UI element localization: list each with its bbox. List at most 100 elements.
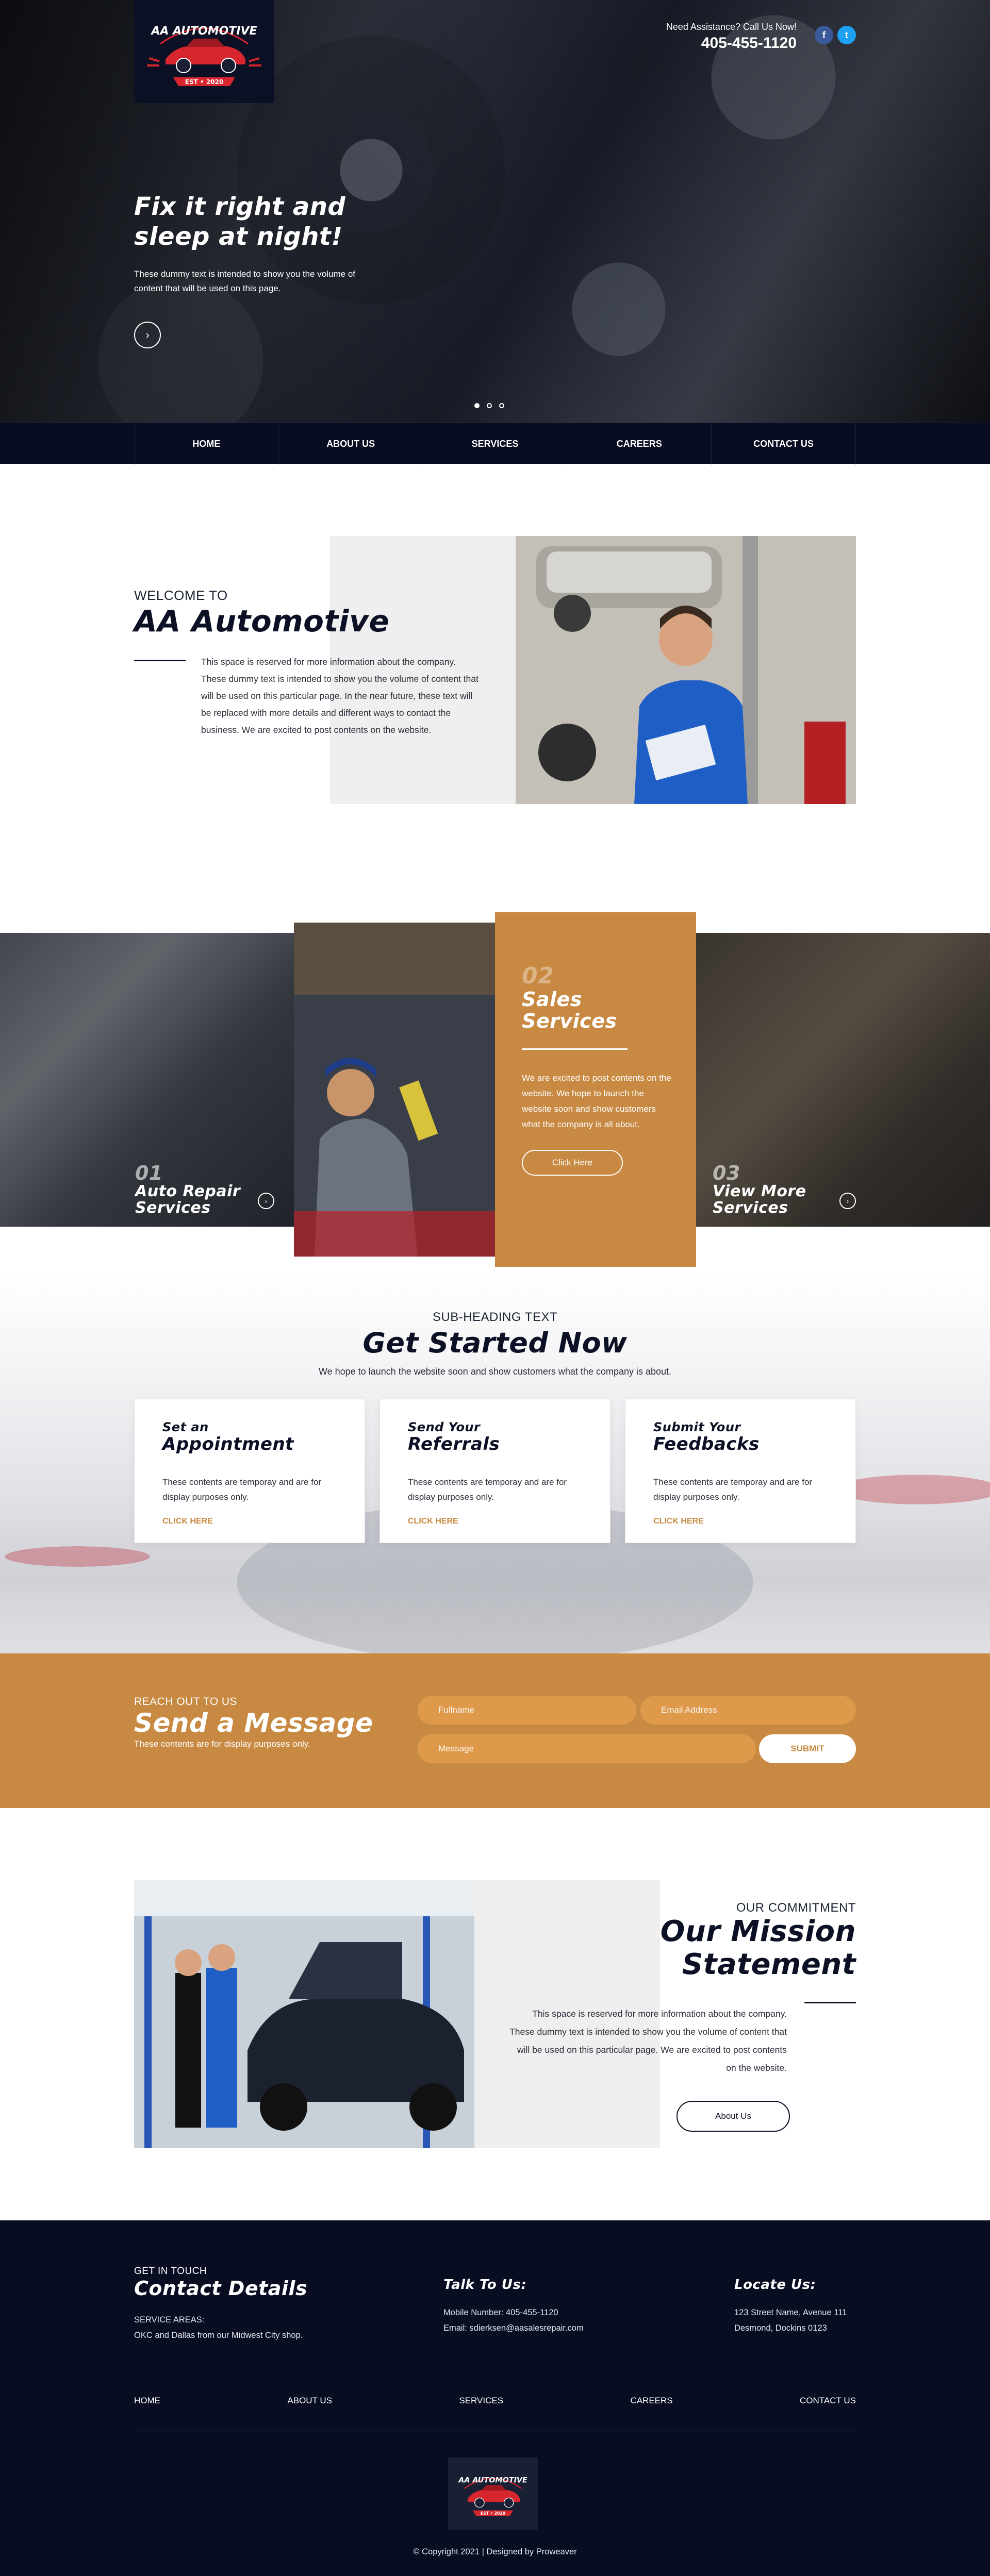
service-arrow-icon[interactable]: › xyxy=(839,1193,856,1209)
service-title-line1: View More xyxy=(713,1182,806,1200)
service-title: Sales Services xyxy=(522,989,669,1032)
footer-nav-services[interactable]: SERVICES xyxy=(459,2396,503,2406)
hero-next-arrow-icon[interactable]: › xyxy=(134,322,161,348)
mechanic-illustration xyxy=(516,536,856,804)
footer-nav: HOME ABOUT US SERVICES CAREERS CONTACT U… xyxy=(134,2396,856,2406)
service-title-line1: Auto Repair xyxy=(135,1182,241,1200)
social-links: f t xyxy=(815,26,856,44)
message-input[interactable]: Message xyxy=(418,1734,756,1763)
welcome-pre: WELCOME TO xyxy=(134,588,228,603)
message-section: REACH OUT TO US Send a Message These con… xyxy=(0,1653,990,1808)
header-phone[interactable]: 405-455-1120 xyxy=(666,35,797,52)
service-areas-text: OKC and Dallas from our Midwest City sho… xyxy=(134,2331,303,2340)
email-input[interactable]: Email Address xyxy=(640,1696,856,1725)
mission-heading: OUR COMMITMENT Our Mission Statement xyxy=(661,1901,856,1981)
footer-nav-careers[interactable]: CAREERS xyxy=(630,2396,672,2406)
nav-home[interactable]: HOME xyxy=(134,423,279,464)
about-us-button[interactable]: About Us xyxy=(676,2101,790,2132)
footer-email[interactable]: Email: sdierksen@aasalesrepair.com xyxy=(443,2323,584,2333)
footer-service-areas: SERVICE AREAS: OKC and Dallas from our M… xyxy=(134,2312,307,2343)
hero-body: These dummy text is intended to show you… xyxy=(134,269,356,293)
garage-car-illustration xyxy=(134,1880,474,2148)
footer-contact-details: GET IN TOUCH Contact Details SERVICE ARE… xyxy=(134,2266,307,2343)
mechanic-photo xyxy=(516,536,856,804)
started-title: Get Started Now xyxy=(362,1327,628,1359)
slider-dot[interactable] xyxy=(487,403,492,408)
address-line2: Desmond, Dockins 0123 xyxy=(734,2323,827,2333)
slider-dot[interactable] xyxy=(474,403,480,408)
card-body: These contents are temporay and are for … xyxy=(653,1477,813,1502)
card-referrals: Send Your Referrals These contents are t… xyxy=(380,1399,610,1543)
service-title-line2: Services xyxy=(522,1010,617,1032)
card-pre: Submit Your xyxy=(653,1420,741,1434)
card-title: Referrals xyxy=(408,1434,500,1454)
welcome-section: WELCOME TO AA Automotive This space is r… xyxy=(0,464,990,902)
nav-contact-us[interactable]: CONTACT US xyxy=(712,423,856,464)
service-number: 01 xyxy=(135,1162,163,1184)
card-body: These contents are temporay and are for … xyxy=(408,1477,567,1502)
slider-dot[interactable] xyxy=(499,403,504,408)
card-appointment: Set an Appointment These contents are te… xyxy=(134,1399,365,1543)
nav-about-us[interactable]: ABOUT US xyxy=(279,423,423,464)
mission-title: Our Mission Statement xyxy=(661,1915,856,1981)
footer-talk-details: Mobile Number: 405-455-1120 Email: sdier… xyxy=(443,2305,584,2336)
main-nav: HOME ABOUT US SERVICES CAREERS CONTACT U… xyxy=(0,423,990,464)
service-number: 02 xyxy=(522,963,554,989)
footer-address: 123 Street Name, Avenue 111 Desmond, Doc… xyxy=(734,2305,847,2336)
service-photo-mechanic xyxy=(294,923,495,1257)
twitter-icon[interactable]: t xyxy=(837,26,856,44)
click-here-button[interactable]: Click Here xyxy=(522,1150,623,1176)
service-body: We are excited to post contents on the w… xyxy=(522,1073,671,1129)
footer-locate-us: Locate Us: 123 Street Name, Avenue 111 D… xyxy=(734,2266,847,2336)
footer-locate-title: Locate Us: xyxy=(734,2277,816,2293)
get-started-section: SUB-HEADING TEXT Get Started Now We hope… xyxy=(0,1273,990,1653)
service-card-auto-repair[interactable]: 01 Auto Repair Services › xyxy=(0,933,294,1227)
footer-mobile[interactable]: Mobile Number: 405-455-1120 xyxy=(443,2308,558,2317)
svg-text:AA AUTOMOTIVE: AA AUTOMOTIVE xyxy=(458,2476,527,2484)
footer-nav-contact-us[interactable]: CONTACT US xyxy=(800,2396,856,2406)
service-title-line1: Sales xyxy=(522,988,582,1011)
footer-talk-to-us: Talk To Us: Mobile Number: 405-455-1120 … xyxy=(443,2266,584,2336)
card-link[interactable]: CLICK HERE xyxy=(408,1517,610,1526)
nav-careers[interactable]: CAREERS xyxy=(567,423,712,464)
service-label: 03 View More Services xyxy=(713,1163,806,1216)
card-pre: Set an xyxy=(162,1420,209,1434)
hero-title-line2: sleep at night! xyxy=(134,222,343,251)
message-pre: REACH OUT TO US xyxy=(134,1696,238,1708)
services-strip: 01 Auto Repair Services › 02 Sales Servi… xyxy=(0,902,990,1273)
footer-nav-home[interactable]: HOME xyxy=(134,2396,160,2406)
service-label: 01 Auto Repair Services xyxy=(135,1163,240,1216)
fullname-input[interactable]: Fullname xyxy=(418,1696,636,1725)
submit-button[interactable]: SUBMIT xyxy=(759,1734,856,1763)
service-title-line2: Services xyxy=(135,1199,211,1217)
welcome-divider xyxy=(134,660,186,661)
footer-nav-about-us[interactable]: ABOUT US xyxy=(287,2396,332,2406)
welcome-heading: WELCOME TO AA Automotive xyxy=(134,588,389,639)
facebook-icon[interactable]: f xyxy=(815,26,833,44)
site-footer: GET IN TOUCH Contact Details SERVICE ARE… xyxy=(0,2220,990,2576)
nav-services[interactable]: SERVICES xyxy=(423,423,568,464)
footer-contact-pre: GET IN TOUCH xyxy=(134,2266,207,2277)
footer-logo[interactable]: AA AUTOMOTIVE EST • 2020 xyxy=(448,2457,538,2530)
started-pre: SUB-HEADING TEXT xyxy=(432,1310,558,1324)
card-title: Feedbacks xyxy=(653,1434,760,1454)
card-link[interactable]: CLICK HERE xyxy=(653,1517,855,1526)
logo-emblem-icon: AA AUTOMOTIVE EST • 2020 xyxy=(147,25,261,86)
mission-title-line2: Statement xyxy=(682,1948,856,1981)
card-link[interactable]: CLICK HERE xyxy=(162,1517,365,1526)
welcome-title: AA Automotive xyxy=(134,604,390,639)
mission-body: This space is reserved for more informat… xyxy=(509,2009,787,2073)
welcome-body: This space is reserved for more informat… xyxy=(201,657,478,735)
footer-talk-title: Talk To Us: xyxy=(443,2277,527,2293)
hero-title: Fix it right and sleep at night! xyxy=(134,192,361,252)
service-card-view-more[interactable]: 03 View More Services › xyxy=(696,933,990,1227)
message-title: Send a Message xyxy=(134,1708,373,1738)
hero-content: Fix it right and sleep at night! These d… xyxy=(134,192,361,348)
service-arrow-icon[interactable]: › xyxy=(258,1193,274,1209)
svg-text:AA AUTOMOTIVE: AA AUTOMOTIVE xyxy=(150,25,257,38)
mission-section: OUR COMMITMENT Our Mission Statement Thi… xyxy=(0,1808,990,2220)
service-number: 03 xyxy=(713,1162,740,1184)
address-line1: 123 Street Name, Avenue 111 xyxy=(734,2308,847,2317)
site-logo[interactable]: AA AUTOMOTIVE EST • 2020 xyxy=(134,0,274,103)
service-divider xyxy=(522,1048,628,1050)
